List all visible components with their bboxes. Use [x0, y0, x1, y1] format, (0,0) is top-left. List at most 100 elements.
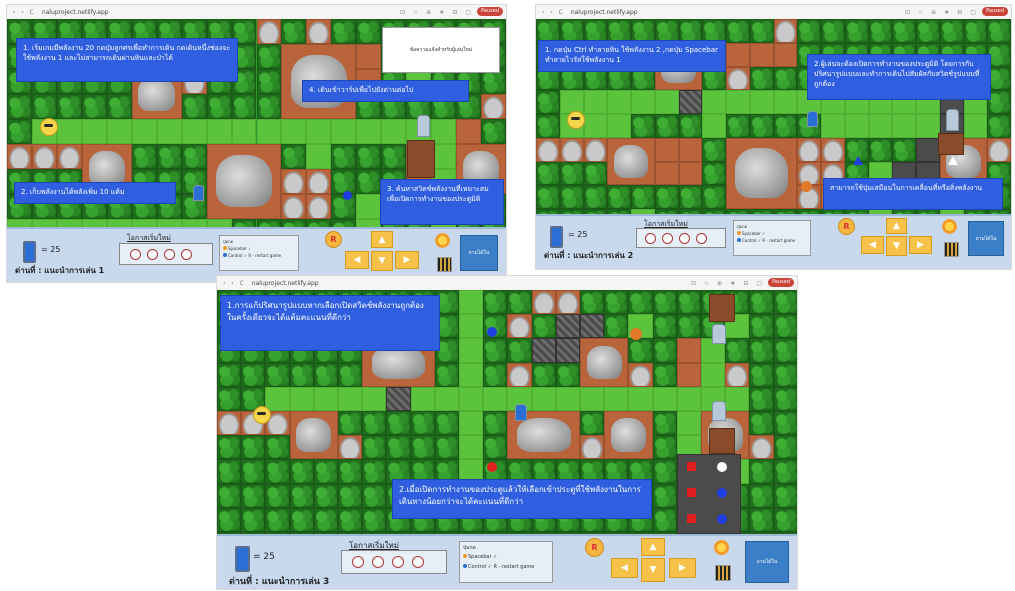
browser-extension-icons[interactable]: ⊡ ☆ ⊕ ★ ⊟ ▢ [691, 280, 765, 287]
boulder [206, 143, 282, 219]
forest-tile [726, 19, 750, 43]
arrow-left-button[interactable]: ◀ [611, 558, 638, 578]
address-bar[interactable]: naluproject.netlify.app [571, 9, 638, 16]
path-tile [702, 90, 726, 114]
forest-tile [338, 483, 363, 508]
path-tile [459, 386, 484, 411]
game-hud: = 25 ด่านที่ : แนะนำการเล่น 1 โอกาสเริ่ม… [7, 227, 506, 282]
dimension-door-bottom [709, 428, 735, 454]
address-bar[interactable]: naluproject.netlify.app [42, 9, 109, 16]
ground-tile [654, 137, 679, 162]
forest-tile [536, 161, 560, 186]
stone-tile [531, 338, 556, 363]
switch-red-2[interactable] [687, 488, 696, 497]
browser-toolbar: ‹ › C naluproject.netlify.app ⊡ ☆ ⊕ ★ ⊟ … [217, 276, 797, 291]
spacebar-icon [463, 554, 467, 558]
switch-blue-1[interactable] [717, 488, 727, 498]
attack-button-icon[interactable] [942, 219, 957, 234]
path-tile [459, 411, 484, 436]
profile-button[interactable]: Paused [477, 7, 503, 16]
arrow-left-button[interactable]: ◀ [861, 236, 884, 254]
browser-nav-buttons[interactable]: ‹ › C [542, 9, 565, 16]
legend-control: Control ✓ [742, 238, 762, 243]
path-tile [256, 118, 282, 144]
rock-tile [987, 137, 1011, 162]
key-legend: ปุ่มกด Spacebar ✓ Control ✓ R - restart … [733, 220, 811, 256]
attack-button-icon[interactable] [435, 233, 450, 248]
arrow-down-button[interactable]: ▼ [371, 251, 393, 271]
stone-tile [386, 386, 411, 411]
switch-white[interactable] [717, 462, 727, 472]
break-rock-button-icon[interactable] [944, 242, 959, 257]
restart-button[interactable]: R [325, 231, 342, 248]
arrow-right-button[interactable]: ▶ [909, 236, 932, 254]
address-bar[interactable]: naluproject.netlify.app [252, 280, 319, 287]
finish-button[interactable]: ถามได้ใน [745, 541, 789, 583]
forest-tile [241, 435, 266, 460]
browser-nav-buttons[interactable]: ‹ › C [223, 280, 246, 287]
spacebar-icon [737, 231, 741, 235]
arrow-down-button[interactable]: ▼ [886, 236, 907, 256]
forest-tile [987, 90, 1011, 114]
forest-tile [481, 118, 506, 144]
forest-tile [652, 290, 677, 315]
arrow-right-button[interactable]: ▶ [669, 558, 696, 578]
path-tile [916, 114, 940, 138]
forest-tile [749, 114, 774, 138]
tutorial-note-text: 1. กดปุ่ม Ctrl ทำลายหิน ใช้พลังงาน 2 ,กด… [545, 46, 718, 64]
rock-tile [555, 290, 580, 315]
attack-button-icon[interactable] [713, 539, 730, 556]
popup-text: ข้อความแจ้งสำหรับผู้เล่นใหม่ [409, 47, 473, 53]
clock-icon [147, 249, 158, 260]
rock-tile [281, 168, 307, 194]
warp-portal-mid [712, 401, 726, 421]
finish-button[interactable]: ถามได้ใน [460, 235, 498, 271]
tutorial-note-text: 4. เดินเข้าวาร์ปเพื่อไปยังด่านต่อไป [309, 86, 414, 94]
forest-tile [749, 507, 774, 532]
new-player-popup[interactable]: ข้อความแจ้งสำหรับผู้เล่นใหม่ [382, 27, 500, 73]
forest-tile [265, 435, 290, 460]
forest-tile [749, 362, 774, 387]
profile-button[interactable]: Paused [982, 7, 1008, 16]
rock-tile [725, 362, 750, 387]
browser-extension-icons[interactable]: ⊡ ☆ ⊕ ★ ⊟ ▢ [905, 9, 979, 16]
break-rock-button-icon[interactable] [437, 257, 452, 272]
energy-orb-blue [487, 327, 497, 337]
switch-red-1[interactable] [687, 462, 696, 471]
arrow-up-button[interactable]: ▲ [641, 538, 665, 556]
path-tile [725, 386, 750, 411]
switch-blue-2[interactable] [717, 514, 727, 524]
forest-tile [652, 338, 677, 363]
arrow-down-button[interactable]: ▼ [641, 558, 665, 582]
path-tile [56, 118, 82, 144]
forest-tile [536, 185, 560, 209]
path-tile [701, 362, 726, 387]
ground-tile [676, 338, 701, 363]
finish-button[interactable]: ถามได้ใน [968, 221, 1004, 256]
legend-restart: R - restart game [493, 564, 535, 570]
rock-tile [580, 435, 605, 460]
arrow-right-button[interactable]: ▶ [395, 251, 419, 269]
forest-tile [844, 19, 869, 43]
forest-tile [773, 314, 797, 339]
break-rock-button-icon[interactable] [715, 565, 731, 581]
arrow-left-button[interactable]: ◀ [345, 251, 369, 269]
clock-icon [696, 233, 707, 244]
arrow-up-button[interactable]: ▲ [371, 231, 393, 248]
restart-button[interactable]: R [585, 538, 604, 557]
forest-tile [868, 19, 893, 43]
path-tile [559, 90, 584, 114]
forest-tile [678, 185, 703, 209]
browser-nav-buttons[interactable]: ‹ › C [13, 9, 36, 16]
restart-button[interactable]: R [838, 218, 855, 235]
stage-label: ด่านที่ : แนะนำการเล่น 1 [15, 266, 105, 275]
forest-tile [773, 507, 797, 532]
browser-extension-icons[interactable]: ⊡ ☆ ⊕ ★ ⊟ ▢ [400, 9, 474, 16]
arrow-up-button[interactable]: ▲ [886, 218, 907, 234]
path-tile [381, 118, 407, 144]
forest-tile [749, 411, 774, 436]
forest-tile [331, 168, 357, 194]
switch-red-3[interactable] [687, 514, 696, 523]
profile-button[interactable]: Paused [768, 278, 794, 287]
path-tile [313, 386, 338, 411]
